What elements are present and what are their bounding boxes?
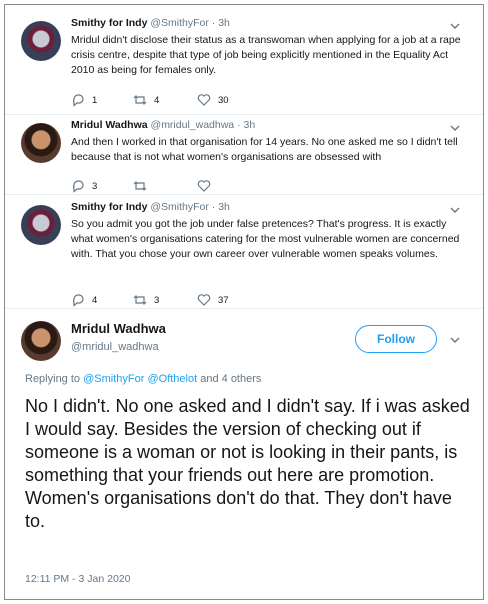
author-handle[interactable]: @SmithyFor <box>150 201 209 213</box>
tweet-text: Mridul didn't disclose their status as a… <box>71 34 461 76</box>
author-handle[interactable]: @SmithyFor <box>150 17 209 29</box>
follow-button[interactable]: Follow <box>355 325 437 353</box>
like-count: 30 <box>218 94 229 106</box>
tweet-thread: Smithy for Indy @SmithyFor · 3h Mridul d… <box>4 4 484 600</box>
chevron-down-icon[interactable] <box>449 333 461 345</box>
avatar[interactable] <box>21 321 61 361</box>
reply-button[interactable]: 1 <box>71 93 97 107</box>
like-button[interactable]: 30 <box>197 93 229 107</box>
tweet-1[interactable]: Smithy for Indy @SmithyFor · 3h Mridul d… <box>5 17 483 115</box>
chevron-down-icon[interactable] <box>449 121 461 133</box>
mention-link[interactable]: @Ofthelot <box>147 373 197 385</box>
reply-button[interactable]: 3 <box>71 179 97 193</box>
tweet-header: Smithy for Indy @SmithyFor · 3h <box>71 201 230 213</box>
like-icon <box>197 180 211 192</box>
tweet-time[interactable]: 3h <box>218 201 230 213</box>
like-count: 37 <box>218 294 229 306</box>
tweet-text: So you admit you got the job under false… <box>71 218 460 260</box>
author-name[interactable]: Smithy for Indy <box>71 17 147 29</box>
retweet-count: 4 <box>154 94 160 106</box>
author-name[interactable]: Mridul Wadhwa <box>71 321 166 336</box>
reply-icon <box>73 294 84 307</box>
tweet-header: Mridul Wadhwa @mridul_wadhwa · 3h <box>71 119 255 131</box>
main-tweet-text: No I didn't. No one asked and I didn't s… <box>25 396 470 531</box>
tweet-header: Smithy for Indy @SmithyFor · 3h <box>71 17 230 29</box>
tweet-text: And then I worked in that organisation f… <box>71 136 458 163</box>
author-name[interactable]: Mridul Wadhwa <box>71 119 148 131</box>
author-handle[interactable]: @mridul_wadhwa <box>71 341 159 353</box>
reply-count: 1 <box>92 94 98 106</box>
main-tweet: Mridul Wadhwa @mridul_wadhwa Follow Repl… <box>5 321 483 599</box>
avatar[interactable] <box>21 205 61 245</box>
separator: · <box>237 119 241 131</box>
avatar[interactable] <box>21 21 61 61</box>
reply-button[interactable]: 4 <box>71 293 97 307</box>
separator: · <box>211 17 216 29</box>
tweet-timestamp[interactable]: 12:11 PM - 3 Jan 2020 <box>25 573 130 585</box>
separator: · <box>211 201 216 213</box>
reply-icon <box>73 94 84 107</box>
retweet-icon <box>133 95 147 105</box>
retweet-count: 3 <box>154 294 160 306</box>
author-name[interactable]: Smithy for Indy <box>71 201 147 213</box>
author-handle[interactable]: @mridul_wadhwa <box>151 119 235 131</box>
others-link[interactable]: and 4 others <box>200 373 261 385</box>
avatar[interactable] <box>21 123 61 163</box>
reply-icon <box>73 180 84 193</box>
tweet-time[interactable]: 3h <box>244 119 256 131</box>
chevron-down-icon[interactable] <box>449 203 461 215</box>
tweet-time[interactable]: 3h <box>218 17 230 29</box>
retweet-button[interactable]: 3 <box>133 293 159 307</box>
like-icon <box>197 94 211 106</box>
retweet-icon <box>133 181 147 191</box>
like-button[interactable]: 37 <box>197 293 229 307</box>
retweet-icon <box>133 295 147 305</box>
tweet-3[interactable]: Smithy for Indy @SmithyFor · 3h So you a… <box>5 201 483 309</box>
like-icon <box>197 294 211 306</box>
like-button[interactable] <box>197 179 218 193</box>
replying-to: Replying to @SmithyFor @Ofthelot and 4 o… <box>25 373 261 385</box>
tweet-2[interactable]: Mridul Wadhwa @mridul_wadhwa · 3h And th… <box>5 119 483 195</box>
replying-to-label: Replying to <box>25 373 81 385</box>
chevron-down-icon[interactable] <box>449 19 461 31</box>
mention-link[interactable]: @SmithyFor <box>83 373 144 385</box>
retweet-button[interactable]: 4 <box>133 93 159 107</box>
reply-count: 3 <box>92 180 98 192</box>
retweet-button[interactable] <box>133 179 154 193</box>
reply-count: 4 <box>92 294 98 306</box>
